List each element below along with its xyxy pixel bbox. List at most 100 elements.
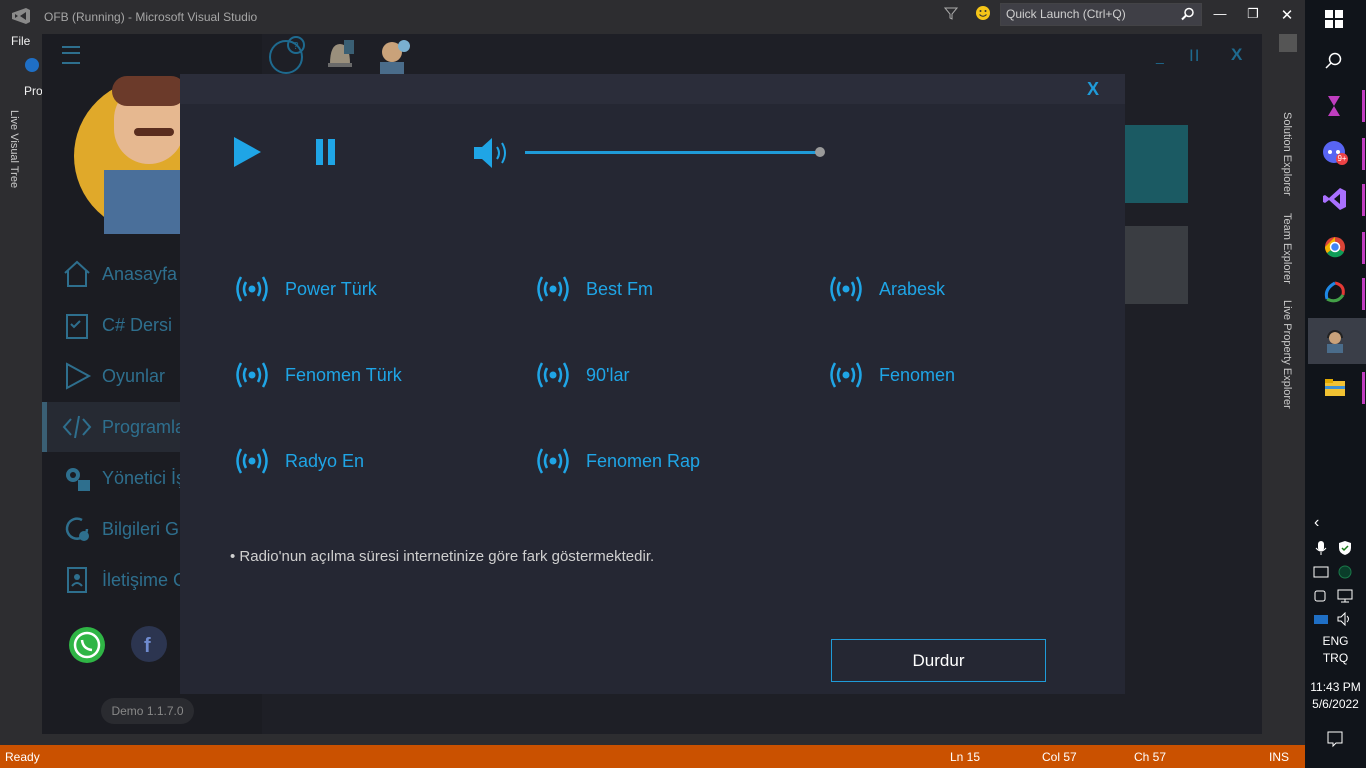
windows-start-icon[interactable] — [1325, 10, 1343, 28]
window-title: OFB (Running) - Microsoft Visual Studio — [44, 10, 258, 24]
station-item[interactable]: 90'lar — [534, 355, 629, 395]
nav-item-programlar[interactable]: Programla — [62, 407, 185, 447]
green-status-icon[interactable] — [1338, 565, 1352, 579]
volume-slider-thumb[interactable] — [815, 147, 825, 157]
gears-icon — [66, 468, 90, 491]
menu-file[interactable]: File — [11, 34, 30, 48]
taskbar-running-indicator — [1362, 372, 1365, 404]
nav-item-oyunlar[interactable]: Oyunlar — [62, 356, 165, 396]
play-icon[interactable] — [233, 136, 263, 168]
onedrive-sync-icon[interactable] — [1313, 612, 1329, 626]
station-item[interactable]: Radyo En — [233, 441, 364, 481]
feedback-smiley-icon[interactable] — [975, 5, 991, 21]
station-name: Power Türk — [285, 278, 377, 299]
vs-title-bar: OFB (Running) - Microsoft Visual Studio … — [0, 0, 1305, 32]
svg-text:?: ? — [293, 41, 299, 52]
pause-icon[interactable] — [314, 138, 338, 166]
vs-left-strip — [0, 100, 26, 740]
nav-item-bilgileri[interactable]: Bilgileri G — [62, 509, 179, 549]
account-icon[interactable] — [1279, 34, 1297, 52]
code-icon — [62, 415, 92, 439]
live-visual-tree-tab[interactable]: Live Visual Tree — [8, 110, 20, 188]
taskbar-running-indicator — [1362, 184, 1365, 216]
station-name: Arabesk — [879, 278, 946, 299]
back-arrow-icon[interactable] — [25, 58, 39, 72]
radio-signal-icon — [236, 448, 268, 474]
station-item[interactable]: Arabesk — [827, 269, 945, 309]
status-column: Col 57 — [1042, 750, 1077, 764]
taskbar-running-indicator — [1362, 232, 1365, 264]
app-minimize-button[interactable]: _ — [1156, 48, 1164, 64]
clock-time[interactable]: 11:43 PM — [1305, 680, 1366, 694]
support-agent-icon[interactable] — [372, 36, 412, 74]
refresh-gear-icon — [65, 517, 89, 541]
volume-icon[interactable] — [1337, 612, 1353, 626]
station-item[interactable]: Fenomen Türk — [233, 355, 402, 395]
clipboard-icon — [66, 314, 88, 339]
facebook-icon[interactable]: f — [130, 625, 168, 663]
load-time-note: • Radio'nun açılma süresi internetinize … — [230, 548, 655, 565]
team-explorer-tab[interactable]: Team Explorer — [1281, 213, 1293, 284]
nav-item-label: C# Dersi — [102, 314, 173, 335]
modal-close-button[interactable]: X — [1087, 79, 1099, 100]
minimize-button[interactable]: — — [1212, 6, 1228, 22]
home-icon — [64, 260, 90, 287]
nav-item-label: Oyunlar — [102, 365, 166, 386]
play-triangle-icon — [66, 362, 92, 390]
network-display-icon[interactable] — [1337, 589, 1353, 603]
taskbar-running-indicator — [1362, 138, 1365, 170]
hamburger-menu-icon[interactable] — [62, 46, 80, 64]
keyboard-layout-indicator[interactable]: TRQ — [1305, 651, 1366, 665]
nav-item-label: Yönetici İş — [102, 467, 186, 488]
search-icon[interactable] — [1325, 52, 1343, 70]
quick-launch-input[interactable]: Quick Launch (Ctrl+Q) — [1000, 3, 1202, 26]
notifications-icon[interactable] — [1326, 730, 1344, 748]
app-pause-button[interactable]: II — [1189, 46, 1200, 66]
station-item[interactable]: Fenomen — [827, 355, 955, 395]
chrome-icon[interactable] — [1324, 236, 1346, 258]
microphone-icon[interactable] — [1315, 540, 1327, 556]
app-close-button[interactable]: X — [1231, 45, 1242, 65]
station-item[interactable]: Fenomen Rap — [534, 441, 700, 481]
status-char: Ch 57 — [1134, 750, 1167, 764]
notification-bell-icon[interactable] — [324, 36, 356, 74]
colorful-app-icon[interactable] — [1323, 281, 1347, 305]
station-item[interactable]: Best Fm — [534, 269, 653, 309]
volume-speaker-icon[interactable] — [470, 134, 514, 172]
security-shield-icon[interactable] — [1338, 540, 1352, 556]
station-item[interactable]: Power Türk — [233, 269, 377, 309]
radio-signal-icon — [537, 448, 569, 474]
tray-expand-chevron-icon[interactable]: ‹ — [1314, 514, 1319, 532]
maximize-button[interactable]: ❐ — [1245, 6, 1261, 22]
nav-item-csharp[interactable]: C# Dersi — [62, 305, 172, 345]
nav-item-yonetici[interactable]: Yönetici İş — [62, 458, 185, 498]
meet-now-icon[interactable] — [1313, 589, 1327, 603]
menu-project[interactable]: Pro — [24, 84, 43, 98]
clock-date[interactable]: 5/6/2022 — [1305, 697, 1366, 711]
filter-icon[interactable] — [944, 6, 958, 20]
keyboard-indicator-icon[interactable] — [1313, 565, 1329, 579]
visual-studio-logo-icon — [12, 8, 30, 24]
visual-studio-icon[interactable] — [1323, 187, 1347, 211]
nav-item-anasayfa[interactable]: Anasayfa — [62, 254, 177, 294]
file-explorer-icon[interactable] — [1324, 378, 1346, 398]
hourglass-app-icon[interactable] — [1326, 95, 1342, 117]
search-icon — [1181, 7, 1194, 21]
radio-signal-icon — [236, 362, 268, 388]
live-property-explorer-tab[interactable]: Live Property Explorer — [1281, 300, 1293, 409]
volume-slider-track[interactable] — [525, 151, 820, 154]
station-name: Best Fm — [586, 278, 654, 299]
solution-explorer-tab[interactable]: Solution Explorer — [1281, 112, 1293, 196]
contact-book-icon — [67, 567, 87, 593]
stop-button[interactable]: Durdur — [831, 639, 1046, 682]
vs-status-bar: Ready Ln 15 Col 57 Ch 57 INS — [0, 745, 1305, 768]
support-agent-app-icon[interactable] — [1322, 328, 1348, 354]
help-face-icon[interactable]: ? — [266, 35, 308, 75]
taskbar-running-indicator — [1362, 90, 1365, 122]
station-name: Fenomen Rap — [586, 450, 701, 471]
close-window-button[interactable]: ✕ — [1279, 6, 1295, 24]
station-name: Fenomen Türk — [285, 364, 402, 385]
whatsapp-icon[interactable] — [67, 625, 107, 665]
language-indicator[interactable]: ENG — [1305, 634, 1366, 648]
nav-item-iletisim[interactable]: İletişime G — [62, 560, 187, 600]
